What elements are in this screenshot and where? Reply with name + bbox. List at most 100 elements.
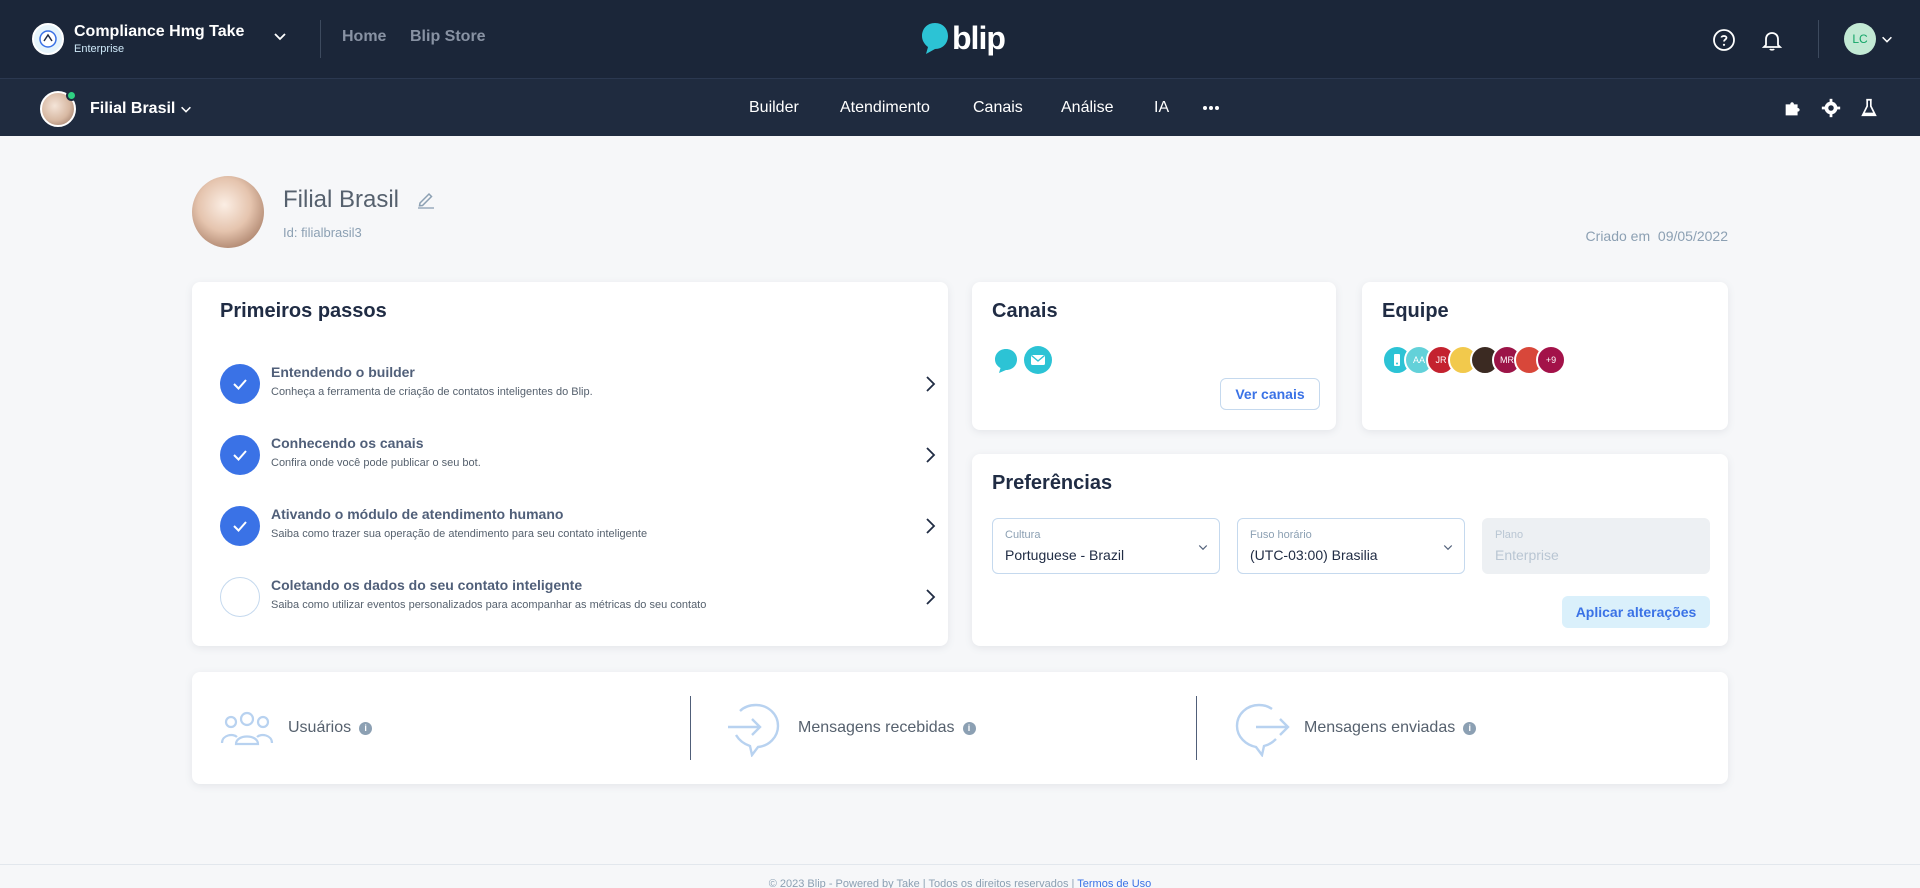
footer-divider (0, 864, 1920, 865)
culture-select[interactable]: Cultura Portuguese - Brazil (992, 518, 1220, 574)
users-label: Usuários (288, 719, 352, 736)
gear-icon[interactable] (1820, 97, 1842, 119)
step-description: Saiba como trazer sua operação de atendi… (271, 528, 648, 540)
team-card: Equipe AA JR MR +9 (1362, 282, 1728, 430)
org-type: Enterprise (74, 43, 125, 55)
step-description: Conheça a ferramenta de criação de conta… (271, 386, 593, 398)
check-icon (220, 435, 260, 475)
edit-icon[interactable] (416, 189, 436, 209)
card-title: Equipe (1382, 300, 1449, 322)
message-received-icon (728, 703, 780, 757)
blip-store-link[interactable]: Blip Store (410, 28, 486, 46)
check-icon (220, 364, 260, 404)
preferences-card: Preferências Cultura Portuguese - Brazil… (972, 454, 1728, 646)
terms-link[interactable]: Termos de Uso (1077, 878, 1151, 888)
bot-navbar: Filial Brasil Builder Atendimento Canais… (0, 78, 1920, 136)
blip-logo[interactable]: blip (920, 20, 1006, 56)
bot-title: Filial Brasil (283, 186, 400, 213)
check-icon (220, 506, 260, 546)
org-switcher[interactable]: Compliance Hmg Take Enterprise (32, 22, 286, 56)
chevron-down-icon (181, 106, 192, 113)
step-item[interactable]: Ativando o módulo de atendimento humano … (220, 498, 936, 554)
help-icon[interactable] (1712, 28, 1736, 52)
card-title: Canais (992, 300, 1058, 322)
channels-card: Canais Ver canais (972, 282, 1336, 430)
step-title: Coletando os dados do seu contato inteli… (271, 577, 583, 593)
puzzle-icon[interactable] (1782, 97, 1804, 119)
info-icon[interactable]: i (359, 721, 373, 735)
step-title: Entendendo o builder (271, 364, 415, 380)
divider (1818, 20, 1819, 58)
step-item[interactable]: Conhecendo os canais Confira onde você p… (220, 427, 936, 483)
bot-switcher[interactable]: Filial Brasil (40, 90, 193, 127)
bot-id: Id: filialbrasil3 (283, 225, 362, 240)
plan-field: Plano Enterprise (1482, 518, 1710, 574)
email-icon[interactable] (1024, 346, 1052, 374)
nav-builder[interactable]: Builder (749, 99, 799, 117)
step-item[interactable]: Entendendo o builder Conheça a ferrament… (220, 356, 936, 412)
info-icon[interactable]: i (962, 721, 976, 735)
created-date: Criado em 09/05/2022 (1586, 228, 1728, 244)
chevron-right-icon (926, 518, 936, 534)
sent-messages-label: Mensagens enviadas (1304, 719, 1456, 736)
bell-icon[interactable] (1760, 28, 1784, 52)
top-header: Compliance Hmg Take Enterprise Home Blip… (0, 0, 1920, 78)
users-stat: Usuários i (220, 672, 373, 784)
online-status-dot (66, 90, 77, 101)
created-label: Criado em (1585, 228, 1651, 244)
nav-analise[interactable]: Análise (1061, 99, 1113, 117)
chevron-down-icon[interactable] (272, 28, 288, 44)
divider (1196, 696, 1197, 760)
step-item[interactable]: Coletando os dados do seu contato inteli… (220, 569, 936, 625)
blip-chat-icon[interactable] (992, 346, 1020, 374)
field-value: Portuguese - Brazil (1005, 547, 1125, 563)
received-messages-label: Mensagens recebidas (798, 719, 955, 736)
footer-text: © 2023 Blip - Powered by Take | Todos os… (768, 878, 1075, 888)
field-label: Fuso horário (1250, 529, 1312, 541)
nav-canais[interactable]: Canais (973, 99, 1023, 117)
info-icon[interactable]: i (1463, 721, 1477, 735)
divider (690, 696, 691, 760)
field-value: Enterprise (1495, 547, 1559, 563)
org-avatar (32, 23, 64, 55)
chevron-down-icon[interactable] (1880, 32, 1894, 46)
card-title: Primeiros passos (220, 300, 387, 322)
chevron-down-icon (1198, 545, 1208, 551)
received-messages-stat: Mensagens recebidas i (726, 672, 976, 784)
field-label: Cultura (1005, 529, 1041, 541)
field-value: (UTC-03:00) Brasilia (1250, 547, 1378, 563)
home-link[interactable]: Home (342, 28, 386, 46)
chevron-down-icon (1443, 545, 1453, 551)
step-title: Ativando o módulo de atendimento humano (271, 506, 564, 522)
card-title: Preferências (992, 472, 1113, 494)
divider (320, 20, 321, 58)
step-title: Conhecendo os canais (271, 435, 424, 451)
apply-changes-button[interactable]: Aplicar alterações (1562, 596, 1710, 628)
view-channels-button[interactable]: Ver canais (1220, 378, 1320, 410)
flask-icon[interactable] (1858, 97, 1880, 119)
org-logo-icon (39, 30, 57, 48)
more-icon[interactable] (1202, 105, 1220, 111)
timezone-select[interactable]: Fuso horário (UTC-03:00) Brasilia (1237, 518, 1465, 574)
chevron-right-icon (926, 589, 936, 605)
step-description: Saiba como utilizar eventos personalizad… (271, 599, 707, 611)
step-description: Confira onde você pode publicar o seu bo… (271, 457, 481, 469)
org-name: Compliance Hmg Take (74, 23, 245, 40)
nav-ia[interactable]: IA (1154, 99, 1169, 117)
team-more-count[interactable]: +9 (1536, 345, 1566, 375)
nav-atendimento[interactable]: Atendimento (840, 99, 930, 117)
blip-logo-icon (922, 23, 948, 54)
bot-name: Filial Brasil (90, 100, 176, 117)
created-value: 09/05/2022 (1657, 228, 1728, 244)
logo-text: blip (952, 20, 1006, 56)
user-avatar[interactable]: LC (1844, 23, 1876, 55)
message-sent-icon (1235, 703, 1290, 757)
chevron-right-icon (926, 447, 936, 463)
users-icon (220, 711, 274, 746)
sent-messages-stat: Mensagens enviadas i (1232, 672, 1477, 784)
stats-card: Usuários i Mensagens recebidas i Mensage… (192, 672, 1728, 784)
first-steps-card: Primeiros passos Entendendo o builder Co… (192, 282, 948, 646)
footer: © 2023 Blip - Powered by Take | Todos os… (0, 878, 1920, 888)
field-label: Plano (1495, 529, 1524, 541)
empty-check-icon (220, 577, 260, 617)
